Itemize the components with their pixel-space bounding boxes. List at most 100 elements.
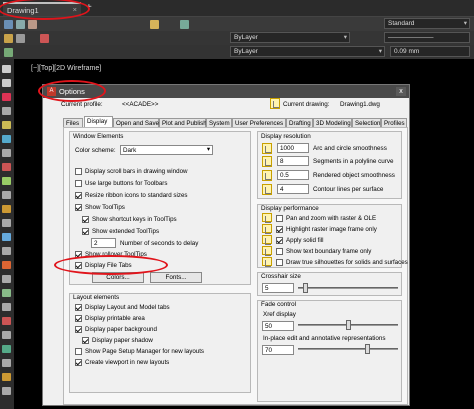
checkbox-box[interactable]: [75, 359, 82, 366]
checkbox-box[interactable]: [276, 259, 283, 266]
checkbox-box[interactable]: [276, 237, 283, 244]
tab-system[interactable]: System: [206, 118, 232, 127]
trim-tool-icon[interactable]: [2, 261, 11, 269]
checkbox-box[interactable]: [75, 262, 82, 269]
checkbox-printable-area[interactable]: Display printable area: [75, 315, 145, 322]
checkbox-box[interactable]: [276, 226, 283, 233]
colors-button[interactable]: Colors...: [92, 272, 144, 283]
break-tool-icon[interactable]: [2, 359, 11, 367]
stretch-tool-icon[interactable]: [2, 345, 11, 353]
inplace-edit-input[interactable]: 70: [262, 345, 294, 355]
drawing-file-tab[interactable]: Drawing1 ×: [3, 2, 81, 16]
fillet-tool-icon[interactable]: [2, 289, 11, 297]
checkbox-create-viewport[interactable]: Create viewport in new layouts: [75, 359, 169, 366]
offset-tool-icon[interactable]: [2, 247, 11, 255]
crosshair-size-input[interactable]: 5: [262, 283, 294, 293]
rectangle-tool-icon[interactable]: [2, 121, 11, 129]
contour-lines-input[interactable]: 4: [277, 184, 309, 194]
checkbox-rollover-tooltips[interactable]: Show rollover ToolTips: [75, 251, 147, 258]
erase-tool-icon[interactable]: [2, 163, 11, 171]
inplace-edit-slider[interactable]: [298, 344, 398, 354]
checkbox-box[interactable]: [75, 315, 82, 322]
checkbox-text-boundary-frame[interactable]: Show text boundary frame only: [276, 248, 371, 255]
checkbox-box[interactable]: [82, 337, 89, 344]
checkbox-true-silhouettes[interactable]: Draw true silhouettes for solids and sur…: [276, 259, 408, 266]
checkbox-extended-tooltips[interactable]: Show extended ToolTips: [82, 228, 159, 235]
color-scheme-select[interactable]: Dark ▾: [120, 145, 213, 155]
checkbox-box[interactable]: [82, 216, 89, 223]
checkbox-box[interactable]: [75, 251, 82, 258]
lengthen-tool-icon[interactable]: [2, 387, 11, 395]
tab-open-and-save[interactable]: Open and Save: [113, 118, 159, 127]
fonts-button[interactable]: Fonts...: [150, 272, 202, 283]
checkbox-box[interactable]: [82, 228, 89, 235]
join-tool-icon[interactable]: [2, 373, 11, 381]
checkbox-display-file-tabs[interactable]: Display File Tabs: [75, 262, 132, 269]
layer-combo[interactable]: ByLayer ▾: [230, 46, 385, 57]
checkbox-page-setup-manager[interactable]: Show Page Setup Manager for new layouts: [75, 348, 204, 355]
checkbox-pan-zoom-raster[interactable]: Pan and zoom with raster & OLE: [276, 215, 376, 222]
checkbox-box[interactable]: [75, 204, 82, 211]
slider-thumb[interactable]: [346, 320, 351, 330]
checkbox-paper-background[interactable]: Display paper background: [75, 326, 157, 333]
checkbox-box[interactable]: [75, 326, 82, 333]
layer-icon[interactable]: [180, 20, 189, 29]
checkbox-resize-ribbon[interactable]: Resize ribbon icons to standard sizes: [75, 192, 188, 199]
lineweight-combo[interactable]: 0.09 mm: [390, 46, 470, 57]
mirror-tool-icon[interactable]: [2, 233, 11, 241]
text-tool-icon[interactable]: [2, 149, 11, 157]
tab-profiles[interactable]: Profiles: [381, 118, 407, 127]
layer-state-icon[interactable]: [16, 34, 25, 43]
checkbox-box[interactable]: [276, 248, 283, 255]
tab-display[interactable]: Display: [84, 116, 113, 127]
xref-display-slider[interactable]: [298, 320, 398, 330]
tab-user-preferences[interactable]: User Preferences: [232, 118, 286, 127]
crosshair-size-slider[interactable]: [298, 283, 398, 293]
tab-plot-and-publish[interactable]: Plot and Publish: [159, 118, 207, 127]
layer-off-icon[interactable]: [40, 34, 49, 43]
match-properties-icon[interactable]: [4, 48, 13, 57]
line-tool-icon[interactable]: [2, 65, 11, 73]
arc-smoothness-input[interactable]: 1000: [277, 143, 309, 153]
array-tool-icon[interactable]: [2, 331, 11, 339]
checkbox-shortcut-keys[interactable]: Show shortcut keys in ToolTips: [82, 216, 177, 223]
modify-tool-icon[interactable]: [16, 20, 25, 29]
tab-3d-modeling[interactable]: 3D Modeling: [313, 118, 352, 127]
style-combo[interactable]: Standard ▾: [384, 18, 470, 29]
polyline-segments-input[interactable]: 8: [277, 156, 309, 166]
checkbox-box[interactable]: [75, 192, 82, 199]
checkbox-paper-shadow[interactable]: Display paper shadow: [82, 337, 153, 344]
tab-selection[interactable]: Selection: [352, 118, 381, 127]
rotate-tool-icon[interactable]: [2, 205, 11, 213]
polyline-tool-icon[interactable]: [2, 79, 11, 87]
checkbox-layout-model-tabs[interactable]: Display Layout and Model tabs: [75, 304, 170, 311]
new-tab-button[interactable]: +: [86, 2, 92, 14]
close-icon[interactable]: ×: [73, 5, 77, 14]
dialog-titlebar[interactable]: A Options x: [43, 85, 409, 98]
move-tool-icon[interactable]: [2, 191, 11, 199]
checkbox-scroll-bars[interactable]: Display scroll bars in drawing window: [75, 168, 187, 175]
checkbox-box[interactable]: [75, 168, 82, 175]
checkbox-highlight-raster-frame[interactable]: Highlight raster image frame only: [276, 226, 377, 233]
xref-display-input[interactable]: 50: [262, 321, 294, 331]
checkbox-box[interactable]: [276, 215, 283, 222]
tooltip-delay-input[interactable]: 2: [91, 238, 116, 248]
annotation-icon[interactable]: [150, 20, 159, 29]
checkbox-large-buttons[interactable]: Use large buttons for Toolbars: [75, 180, 167, 187]
tab-files[interactable]: Files: [63, 118, 83, 127]
draw-tool-icon[interactable]: [4, 20, 13, 29]
hatch-tool-icon[interactable]: [2, 135, 11, 143]
viewport-controls[interactable]: [−][Top][2D Wireframe]: [31, 65, 101, 72]
checkbox-box[interactable]: [75, 180, 82, 187]
scale-tool-icon[interactable]: [2, 219, 11, 227]
arc-tool-icon[interactable]: [2, 107, 11, 115]
circle-tool-icon[interactable]: [2, 93, 11, 101]
copy-tool-icon[interactable]: [2, 177, 11, 185]
explode-tool-icon[interactable]: [2, 317, 11, 325]
extend-tool-icon[interactable]: [2, 275, 11, 283]
close-icon[interactable]: x: [396, 87, 406, 96]
hatch-tool-icon[interactable]: [28, 20, 37, 29]
layer-properties-icon[interactable]: [4, 34, 13, 43]
checkbox-apply-solid-fill[interactable]: Apply solid fill: [276, 237, 324, 244]
tab-drafting[interactable]: Drafting: [286, 118, 313, 127]
